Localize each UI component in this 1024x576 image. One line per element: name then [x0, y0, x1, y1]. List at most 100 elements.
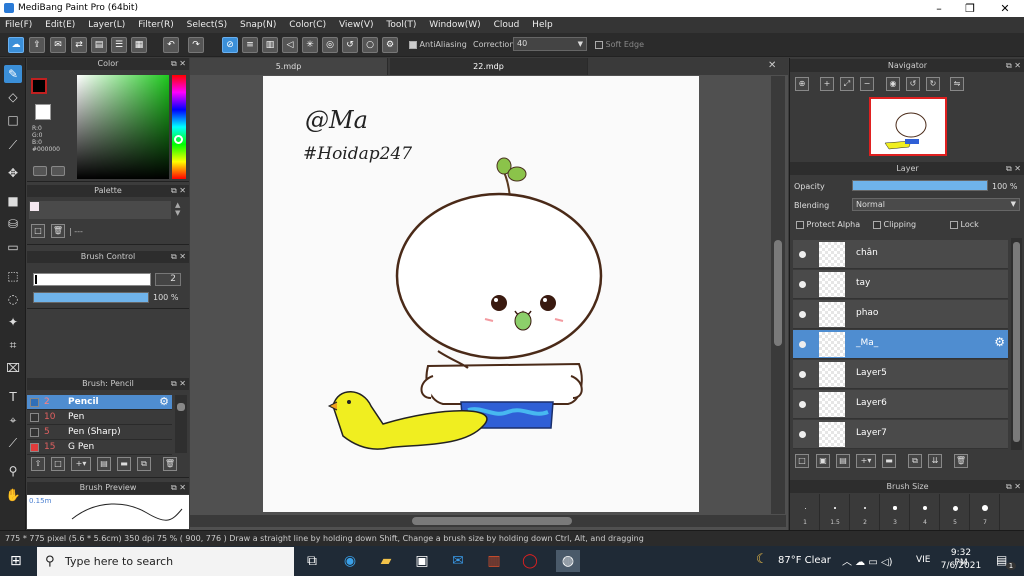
- delete-layer-icon[interactable]: 🗑: [954, 454, 968, 468]
- palette-swatch-area[interactable]: [29, 201, 171, 219]
- antialiasing-checkbox[interactable]: [409, 40, 417, 49]
- brush-list-scrollbar[interactable]: [175, 395, 187, 453]
- undo-icon[interactable]: ↶: [163, 37, 179, 53]
- store-icon[interactable]: ▣: [410, 550, 434, 572]
- zoom-out-icon[interactable]: −: [860, 77, 874, 91]
- select-tool-icon[interactable]: ⬚: [4, 267, 22, 285]
- medibang-taskbar-icon[interactable]: ◍: [556, 550, 580, 572]
- grid-icon[interactable]: ▦: [131, 37, 147, 53]
- merge-layer-icon[interactable]: ⇊: [928, 454, 942, 468]
- menu-view[interactable]: View(V): [334, 17, 379, 33]
- brush-settings-icon[interactable]: ▤: [97, 457, 111, 471]
- new-8bit-layer-icon[interactable]: ▤: [836, 454, 850, 468]
- brush-settings-gear-icon[interactable]: ⚙: [159, 395, 169, 408]
- cloud-icon[interactable]: ☁: [8, 37, 24, 53]
- delete-palette-icon[interactable]: 🗑: [51, 224, 65, 238]
- zoom-icon[interactable]: ⊕: [795, 77, 809, 91]
- edge-icon[interactable]: ◉: [338, 550, 362, 572]
- bucket-tool-icon[interactable]: ⛁: [4, 215, 22, 233]
- tab-5-mdp[interactable]: 5.mdp: [190, 58, 388, 75]
- layer-row[interactable]: Layer5: [793, 360, 1008, 389]
- canvas-vertical-scrollbar[interactable]: [771, 76, 785, 514]
- layer-row[interactable]: phao: [793, 300, 1008, 329]
- brush-size-option[interactable]: 1.5: [820, 494, 850, 530]
- panel-close-icon[interactable]: ⧉ ✕: [171, 58, 186, 70]
- foreground-color-swatch[interactable]: [31, 78, 47, 94]
- layer-visibility-icon[interactable]: [799, 341, 806, 348]
- snap-circle-icon[interactable]: ◎: [322, 37, 338, 53]
- brush-list-item[interactable]: 5 Pen (Sharp): [27, 425, 172, 440]
- zoom-in-icon[interactable]: +: [820, 77, 834, 91]
- magic-wand-tool-icon[interactable]: ✦: [4, 313, 22, 331]
- snap-grid-icon[interactable]: ▥: [262, 37, 278, 53]
- new-halftone-layer-icon[interactable]: ▣: [816, 454, 830, 468]
- rotate-right-icon[interactable]: ↻: [926, 77, 940, 91]
- palette-swatch[interactable]: [30, 202, 39, 211]
- select-eraser-tool-icon[interactable]: ⌧: [4, 359, 22, 377]
- layer-row[interactable]: chân: [793, 240, 1008, 269]
- panel-close-icon[interactable]: ⧉ ✕: [1006, 480, 1021, 493]
- snap-ellipse-icon[interactable]: ○: [362, 37, 378, 53]
- drawing-canvas[interactable]: @Ma #Hoidap247: [263, 76, 699, 512]
- snap-off-icon[interactable]: ⊘: [222, 37, 238, 53]
- close-button[interactable]: ✕: [990, 1, 1020, 16]
- document-icon[interactable]: ▤: [91, 37, 107, 53]
- line-tool-icon[interactable]: ⟋: [4, 136, 22, 154]
- lock-checkbox[interactable]: [950, 220, 958, 229]
- menu-snap[interactable]: Snap(N): [235, 17, 281, 33]
- brush-size-option[interactable]: 3: [880, 494, 910, 530]
- panel-close-icon[interactable]: ⧉ ✕: [171, 482, 186, 494]
- maximize-button[interactable]: ❐: [955, 1, 985, 16]
- menu-file[interactable]: File(F): [0, 17, 37, 33]
- snap-curve-icon[interactable]: ↺: [342, 37, 358, 53]
- brush-size-option[interactable]: 5: [940, 494, 970, 530]
- redo-icon[interactable]: ↷: [188, 37, 204, 53]
- protect-alpha-checkbox[interactable]: [796, 220, 804, 229]
- tray-icons[interactable]: ︿ ☁ ▭ ◁): [842, 553, 893, 568]
- layer-visibility-icon[interactable]: [799, 431, 806, 438]
- brush-list-item[interactable]: 2 Pencil ⚙: [27, 395, 172, 410]
- menu-layer[interactable]: Layer(L): [83, 17, 130, 33]
- opera-icon[interactable]: ◯: [518, 550, 542, 572]
- panel-close-icon[interactable]: ⧉ ✕: [171, 251, 186, 263]
- fit-icon[interactable]: ⤢: [840, 77, 854, 91]
- file-explorer-icon[interactable]: ▰: [374, 550, 398, 572]
- navigator-preview[interactable]: [869, 97, 947, 156]
- mail-icon[interactable]: ✉: [446, 550, 470, 572]
- comment-icon[interactable]: ✉: [50, 37, 66, 53]
- eyedropper-tool-icon[interactable]: ⚲: [4, 462, 22, 480]
- clipping-checkbox[interactable]: [873, 220, 881, 229]
- rotate-reset-icon[interactable]: ◉: [886, 77, 900, 91]
- panel-close-icon[interactable]: ⧉ ✕: [171, 378, 186, 390]
- hand-tool-icon[interactable]: ✋: [4, 486, 22, 504]
- move-tool-icon[interactable]: ✥: [4, 164, 22, 182]
- rectangle-tool-icon[interactable]: □: [4, 111, 22, 129]
- layer-row[interactable]: _Ma_ ⚙: [793, 330, 1008, 359]
- select-pen-tool-icon[interactable]: ⌗: [4, 336, 22, 354]
- menu-cloud[interactable]: Cloud: [489, 17, 525, 33]
- brush-folder-icon[interactable]: ▬: [117, 457, 131, 471]
- close-tab-icon[interactable]: ✕: [768, 60, 776, 71]
- brush-size-value[interactable]: 2: [155, 273, 181, 286]
- layer-list-scrollbar[interactable]: [1011, 238, 1022, 450]
- menu-window[interactable]: Window(W): [424, 17, 485, 33]
- color-picker-icon[interactable]: [51, 166, 65, 176]
- snap-parallel-icon[interactable]: ≡: [242, 37, 258, 53]
- panel-close-icon[interactable]: ⧉ ✕: [1006, 59, 1021, 72]
- hue-slider[interactable]: [172, 75, 186, 179]
- brush-size-slider[interactable]: [33, 273, 151, 286]
- menu-select[interactable]: Select(S): [182, 17, 233, 33]
- divide-tool-icon[interactable]: ⟋: [4, 434, 22, 452]
- menu-tool[interactable]: Tool(T): [381, 17, 421, 33]
- saturation-value-picker[interactable]: [77, 75, 169, 179]
- lasso-tool-icon[interactable]: ◌: [4, 290, 22, 308]
- layer-opacity-slider[interactable]: [852, 180, 988, 191]
- vertical-scroll-thumb[interactable]: [774, 240, 782, 346]
- language-indicator[interactable]: VIE: [916, 555, 931, 565]
- list-icon[interactable]: ☰: [111, 37, 127, 53]
- brush-size-option[interactable]: 4: [910, 494, 940, 530]
- menu-edit[interactable]: Edit(E): [40, 17, 80, 33]
- upload-icon[interactable]: ⇪: [29, 37, 45, 53]
- add-brush-icon[interactable]: ⇧: [31, 457, 45, 471]
- horizontal-scroll-thumb[interactable]: [412, 517, 572, 525]
